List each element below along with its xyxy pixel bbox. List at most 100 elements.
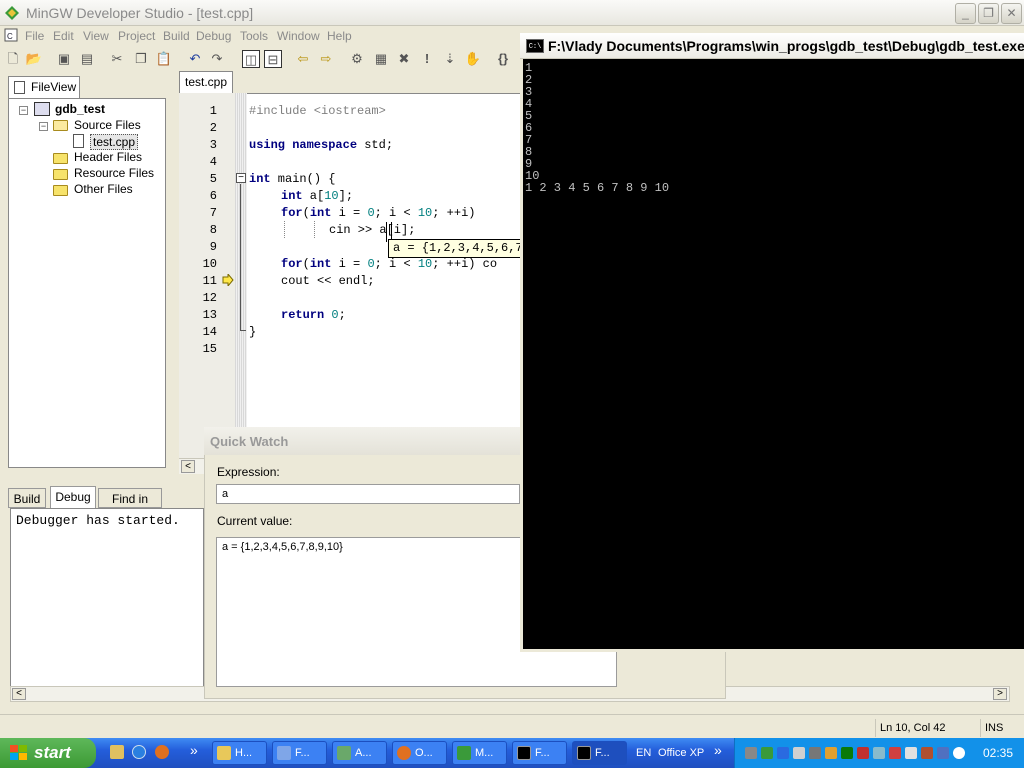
scroll-right-icon[interactable]: > — [993, 688, 1007, 700]
console-icon — [577, 746, 591, 760]
tray-icon[interactable] — [793, 747, 805, 759]
expression-input[interactable]: a — [216, 484, 520, 504]
tree-project[interactable]: gdb_test — [55, 102, 105, 116]
code-text: ; i < — [374, 206, 418, 220]
exclamation-icon[interactable]: ! — [418, 50, 436, 68]
office-toolbar-label[interactable]: Office XP — [658, 747, 704, 759]
tree-source-files[interactable]: Source Files — [74, 118, 141, 132]
menu-build[interactable]: Build — [163, 29, 190, 43]
menu-tools[interactable]: Tools — [240, 29, 268, 43]
tab-find-in-files[interactable]: Find in Files — [98, 488, 162, 520]
braces-icon[interactable]: {} — [494, 50, 512, 68]
taskbar-button[interactable]: M... — [452, 741, 507, 765]
tray-icon[interactable] — [809, 747, 821, 759]
internet-explorer-icon[interactable] — [132, 745, 146, 759]
stop-build-icon[interactable]: ✖ — [395, 50, 413, 68]
compile-icon[interactable]: ▦ — [372, 50, 390, 68]
insert-mode: INS — [980, 719, 1020, 737]
scroll-left-icon[interactable]: < — [181, 460, 195, 473]
taskbar-button[interactable]: H... — [212, 741, 267, 765]
taskbar-label: O... — [415, 747, 433, 759]
new-file-icon[interactable]: 🗋 — [4, 50, 22, 68]
layout-vertical-icon[interactable]: ◫ — [242, 50, 260, 68]
keyword: for — [281, 206, 303, 220]
build-icon[interactable]: ⚙ — [348, 50, 366, 68]
collapse-project-icon[interactable]: − — [19, 106, 28, 115]
layout-horizontal-icon[interactable]: ⊟ — [264, 50, 282, 68]
number-literal: 0 — [367, 257, 375, 271]
tray-icon[interactable] — [841, 747, 853, 759]
console-line: 8 — [525, 145, 533, 159]
code-text: ; ++i) co — [432, 257, 498, 271]
menu-project[interactable]: Project — [118, 29, 155, 43]
restore-icon: ❐ — [983, 6, 994, 20]
tab-build[interactable]: Build — [8, 488, 46, 508]
taskbar-button[interactable]: A... — [332, 741, 387, 765]
tree-other-files[interactable]: Other Files — [74, 182, 133, 196]
arrow-left-icon[interactable]: ⇦ — [294, 50, 312, 68]
firefox-icon[interactable] — [155, 745, 169, 759]
paste-icon[interactable]: 📋 — [155, 50, 173, 68]
document-icon[interactable]: C — [4, 28, 18, 42]
console-output: 1 2 3 4 5 6 7 8 9 10 1 2 3 4 5 6 7 8 9 1… — [520, 59, 1024, 652]
tab-debug[interactable]: Debug — [50, 486, 96, 508]
redo-icon[interactable]: ↷ — [208, 50, 226, 68]
save-all-icon[interactable]: ▤ — [78, 50, 96, 68]
menu-debug[interactable]: Debug — [196, 29, 231, 43]
tree-test-cpp[interactable]: test.cpp — [90, 134, 139, 150]
collapse-source-icon[interactable]: − — [39, 122, 48, 131]
quicklaunch-more-icon[interactable]: » — [190, 742, 198, 758]
copy-icon[interactable]: ❐ — [132, 50, 150, 68]
keyword: int — [309, 206, 332, 220]
undo-icon[interactable]: ↶ — [186, 50, 204, 68]
arrow-right-icon[interactable]: ⇨ — [317, 50, 335, 68]
minimize-button[interactable]: _ — [955, 3, 976, 24]
scroll-left-icon[interactable]: < — [12, 688, 26, 700]
menu-edit[interactable]: Edit — [53, 29, 74, 43]
expression-label: Expression: — [217, 465, 280, 479]
tab-test-cpp[interactable]: test.cpp — [179, 71, 233, 93]
console-line: 6 — [525, 121, 533, 135]
tray-icon[interactable] — [745, 747, 757, 759]
tray-icon[interactable] — [953, 747, 965, 759]
save-icon[interactable]: ▣ — [55, 50, 73, 68]
tree-resource-files[interactable]: Resource Files — [74, 166, 154, 180]
taskbar-button-active[interactable]: F... — [572, 741, 627, 765]
tray-icon[interactable] — [777, 747, 789, 759]
fold-toggle-icon[interactable]: − — [236, 173, 246, 183]
line-number: 2 — [209, 121, 217, 135]
tray-icon[interactable] — [825, 747, 837, 759]
tray-icon[interactable] — [761, 747, 773, 759]
app-icon — [337, 746, 351, 760]
clock: 02:35 — [983, 746, 1014, 760]
tab-fileview[interactable]: FileView — [8, 76, 80, 98]
taskbar-button[interactable]: F... — [272, 741, 327, 765]
cut-icon[interactable]: ✂ — [108, 50, 126, 68]
tray-icon[interactable] — [857, 747, 869, 759]
menu-help[interactable]: Help — [327, 29, 352, 43]
close-button[interactable]: ✕ — [1001, 3, 1022, 24]
console-icon — [517, 746, 531, 760]
menu-view[interactable]: View — [83, 29, 109, 43]
tray-icon[interactable] — [937, 747, 949, 759]
tray-icon[interactable] — [873, 747, 885, 759]
taskbar-label: F... — [295, 747, 310, 759]
line-number: 3 — [209, 138, 217, 152]
menu-window[interactable]: Window — [277, 29, 320, 43]
quicklaunch-pencil-icon[interactable] — [110, 745, 124, 759]
tray-icon[interactable] — [921, 747, 933, 759]
step-icon[interactable]: ⇣ — [441, 50, 459, 68]
taskbar-button[interactable]: O... — [392, 741, 447, 765]
folder-icon — [53, 153, 68, 164]
tray-icon[interactable] — [905, 747, 917, 759]
language-indicator[interactable]: EN — [636, 747, 651, 759]
maximize-button[interactable]: ❐ — [978, 3, 999, 24]
hand-icon[interactable]: ✋ — [464, 50, 482, 68]
tray-icon[interactable] — [889, 747, 901, 759]
office-more-icon[interactable]: » — [714, 742, 722, 758]
menu-file[interactable]: File — [25, 29, 44, 43]
taskbar-button[interactable]: F... — [512, 741, 567, 765]
open-folder-icon[interactable]: 📂 — [25, 50, 43, 68]
tab-fileview-label: FileView — [31, 80, 77, 94]
tree-header-files[interactable]: Header Files — [74, 150, 142, 164]
